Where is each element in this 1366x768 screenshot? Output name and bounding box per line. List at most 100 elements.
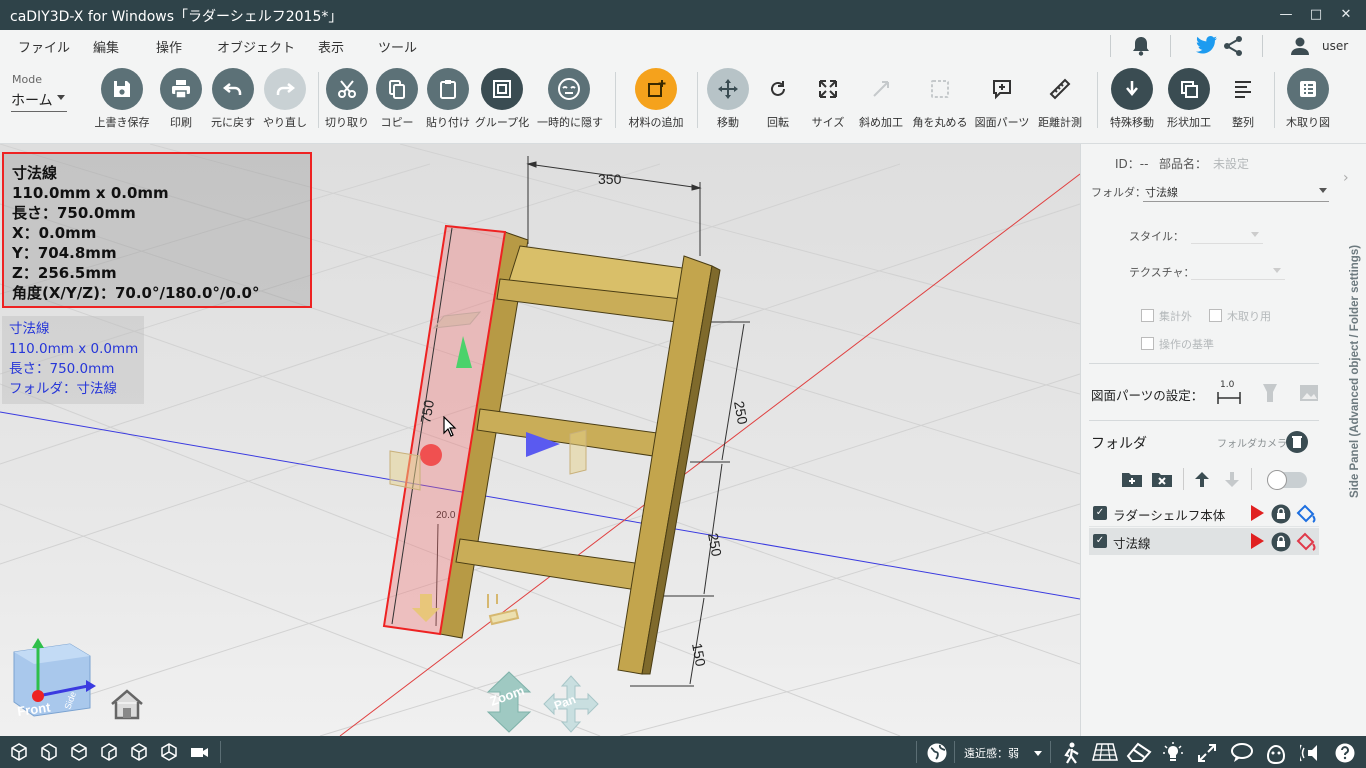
brush-icon[interactable] [1261, 382, 1279, 408]
folder-label: フォルダ： [1091, 186, 1146, 199]
view-cube-bottom-icon[interactable] [158, 742, 180, 762]
move-up-icon[interactable] [1193, 470, 1211, 492]
dimension-scale-icon[interactable]: 1.0 [1215, 380, 1243, 406]
cutting-label: 木取り用 [1227, 310, 1271, 323]
home-view-icon[interactable] [108, 688, 146, 724]
zoom-control[interactable]: Zoom [478, 670, 540, 734]
play-icon[interactable] [1251, 533, 1264, 549]
add-material-icon [635, 68, 677, 110]
play-icon[interactable] [1251, 505, 1264, 521]
add-material-button[interactable]: 材料の追加 [624, 66, 688, 136]
part-name-label: 部品名： [1159, 157, 1208, 171]
view-cube-top-icon[interactable] [128, 742, 150, 762]
notification-bell-icon[interactable] [1130, 35, 1152, 61]
speech-bubble-icon[interactable] [1230, 742, 1253, 762]
texture-label: テクスチャ： [1129, 266, 1195, 279]
special-move-button[interactable]: 特殊移動 [1100, 66, 1164, 136]
info-angle: 角度(X/Y/Z)：70.0°/180.0°/0.0° [12, 284, 260, 302]
group-button[interactable]: グループ化 [470, 66, 534, 136]
3d-viewport[interactable]: 350 250 250 150 20.0 750 寸法線 [0, 144, 1080, 736]
twitter-icon[interactable] [1196, 36, 1218, 58]
folder-select[interactable]: 寸法線 [1143, 180, 1329, 202]
id-label: ID：-- [1115, 157, 1149, 171]
image-icon[interactable] [1299, 384, 1319, 406]
light-bulb-icon[interactable] [1162, 742, 1184, 762]
copy-icon [376, 68, 418, 110]
part-name-input[interactable]: 未設定 [1213, 155, 1249, 172]
menu-object[interactable]: オブジェクト [217, 37, 295, 56]
folder-checkbox[interactable]: ✓ [1093, 534, 1107, 548]
camera-icon[interactable] [188, 742, 210, 762]
hover-info-folder: フォルダ：寸法線 [9, 381, 117, 397]
share-icon[interactable] [1222, 35, 1244, 61]
add-folder-icon[interactable] [1121, 470, 1143, 492]
menu-tools[interactable]: ツール [378, 37, 417, 56]
sound-icon[interactable] [1298, 742, 1322, 762]
texture-select[interactable] [1191, 260, 1285, 280]
walk-icon[interactable] [1060, 742, 1082, 764]
user-name[interactable]: user [1322, 39, 1348, 53]
chevron-down-icon [1319, 188, 1327, 193]
save-button[interactable]: 上書き保存 [90, 66, 154, 136]
move-down-icon[interactable] [1223, 470, 1241, 492]
paint-bucket-icon[interactable] [1295, 504, 1317, 528]
close-button[interactable]: ✕ [1336, 5, 1356, 25]
print-icon [160, 68, 202, 110]
menu-edit[interactable]: 編集 [93, 37, 119, 56]
hide-temporarily-button[interactable]: 一時的に隠す [537, 66, 603, 136]
undo-icon [212, 68, 254, 110]
side-panel-vertical-title: Side Panel (Advanced object / Folder set… [1343, 196, 1363, 506]
view-cube-front-icon[interactable] [8, 742, 30, 762]
cutting-list-button[interactable]: 木取り図 [1276, 66, 1340, 136]
base-checkbox[interactable] [1141, 337, 1154, 350]
menu-file[interactable]: ファイル [18, 37, 70, 56]
redo-button[interactable]: やり直し [253, 66, 317, 136]
redo-icon [264, 68, 306, 110]
view-cube[interactable]: Front Side [8, 638, 96, 724]
menu-operation[interactable]: 操作 [156, 37, 182, 56]
cutting-checkbox[interactable] [1209, 309, 1222, 322]
maximize-button[interactable]: □ [1306, 5, 1326, 25]
view-cube-left-icon[interactable] [68, 742, 90, 762]
exclude-checkbox[interactable] [1141, 309, 1154, 322]
group-icon [481, 68, 523, 110]
folder-checkbox[interactable]: ✓ [1093, 506, 1107, 520]
lock-icon[interactable] [1271, 504, 1291, 528]
dim-350: 350 [598, 171, 622, 187]
align-button[interactable]: 整列 [1211, 66, 1275, 136]
help-icon[interactable] [1334, 742, 1356, 763]
folder-row-selected[interactable]: ✓ 寸法線 [1089, 528, 1319, 555]
collapse-panel-icon[interactable]: › [1343, 170, 1349, 186]
chevron-down-icon [1251, 232, 1259, 237]
lock-icon[interactable] [1271, 532, 1291, 556]
drawing-parts-icon [981, 68, 1023, 110]
info-title: 寸法線 [12, 164, 58, 182]
mode-select[interactable]: ホーム [11, 90, 67, 112]
grid-floor-icon[interactable] [1092, 742, 1118, 762]
eraser-icon[interactable] [1126, 742, 1152, 762]
drawing-parts-button[interactable]: 図面パーツ [970, 66, 1034, 136]
hover-info-size: 110.0mm x 0.0mm [9, 341, 139, 357]
view-cube-right-icon[interactable] [98, 742, 120, 762]
hover-info-title: 寸法線 [9, 321, 50, 337]
expand-arrows-icon[interactable] [1196, 742, 1218, 762]
trash-icon[interactable] [1285, 430, 1309, 458]
view-cube-back-icon[interactable] [38, 742, 60, 762]
folder-row[interactable]: ✓ ラダーシェルフ本体 [1089, 500, 1319, 527]
minimize-button[interactable]: — [1276, 5, 1296, 25]
perspective-dropdown[interactable] [1034, 751, 1042, 756]
globe-icon[interactable] [926, 742, 948, 763]
style-select[interactable] [1191, 224, 1263, 244]
paint-bucket-icon[interactable] [1295, 532, 1317, 556]
dim-250-upper: 250 [731, 400, 751, 426]
folder-toggle[interactable] [1267, 470, 1307, 490]
dog-icon[interactable] [1264, 742, 1286, 765]
user-avatar-icon[interactable] [1290, 36, 1310, 60]
status-bar: 遠近感：弱 [0, 736, 1366, 768]
menu-view[interactable]: 表示 [318, 37, 344, 56]
remove-folder-icon[interactable] [1151, 470, 1173, 492]
round-corner-button[interactable]: 角を丸める [908, 66, 972, 136]
bevel-button[interactable]: 斜め加工 [849, 66, 913, 136]
ruler-button[interactable]: 距離計測 [1028, 66, 1092, 136]
pan-control[interactable]: Pan [540, 674, 602, 734]
